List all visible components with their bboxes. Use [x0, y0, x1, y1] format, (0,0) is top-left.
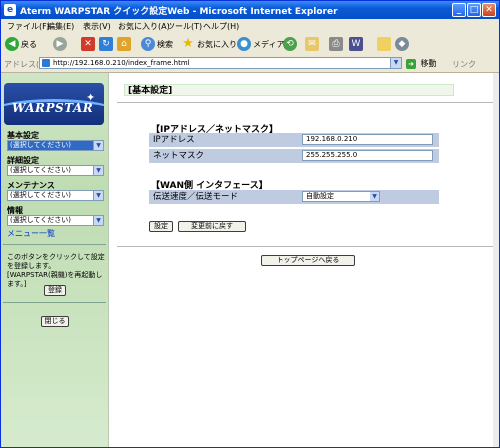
scrollbar[interactable] [493, 73, 499, 447]
menu-edit[interactable]: 編集(E) [47, 21, 74, 32]
stop-button[interactable]: ✕ [81, 36, 97, 52]
menu-favorites[interactable]: お気に入り(A) [118, 21, 170, 32]
media-button[interactable]: ● メディア [237, 36, 284, 52]
ie-icon: e [4, 4, 16, 16]
chevron-down-icon: ▼ [93, 166, 103, 175]
home-button[interactable]: ⌂ [117, 36, 133, 52]
history-button[interactable]: ⟲ [283, 36, 299, 52]
minimize-button[interactable]: _ [452, 3, 466, 17]
media-icon: ● [237, 37, 251, 51]
ip-address-row: IPアドレス 192.168.0.210 [149, 133, 439, 147]
netmask-label: ネットマスク [153, 151, 205, 161]
history-icon: ⟲ [283, 37, 297, 51]
edit-icon: W [349, 37, 363, 51]
refresh-icon: ↻ [99, 37, 113, 51]
home-icon: ⌂ [117, 37, 131, 51]
maximize-button[interactable]: □ [467, 3, 481, 17]
register-button[interactable]: 登録 [44, 285, 66, 296]
mail-button[interactable]: ✉ [305, 36, 321, 52]
chevron-down-icon[interactable]: ▼ [390, 58, 401, 68]
forward-arrow-icon: ▶ [53, 37, 67, 51]
back-arrow-icon: ◀ [5, 37, 19, 51]
top-page-button[interactable]: トップページへ戻る [261, 255, 355, 266]
speed-value: 自動設定 [306, 192, 334, 200]
back-label: 戻る [21, 39, 37, 49]
edit-button[interactable]: W [349, 36, 365, 52]
speed-select[interactable]: 自動設定 ▼ [302, 191, 380, 202]
logo-text: WARPSTAR [12, 101, 94, 115]
chevron-down-icon: ▼ [93, 191, 103, 200]
page-icon [42, 59, 50, 67]
menu-view[interactable]: 表示(V) [83, 21, 111, 32]
divider [117, 102, 493, 103]
speed-row: 伝送速度／伝送モード 自動設定 ▼ [149, 190, 439, 204]
netmask-row: ネットマスク 255.255.255.0 [149, 149, 439, 163]
speed-label: 伝送速度／伝送モード [153, 192, 239, 202]
address-url: http://192.168.0.210/index_frame.html [53, 59, 190, 67]
favorites-label: お気に入り [197, 39, 237, 49]
messenger-icon: ◆ [395, 37, 409, 51]
search-button[interactable]: ⚲ 検索 [141, 36, 173, 52]
close-window-button[interactable]: 閉じる [41, 316, 69, 327]
address-bar: アドレス(D) http://192.168.0.210/index_frame… [1, 55, 499, 73]
divider [3, 244, 106, 245]
category-info-value: (選択してください) [10, 216, 72, 224]
links-button[interactable]: リンク [452, 59, 476, 70]
stop-icon: ✕ [81, 37, 95, 51]
sidebar: WARPSTAR ✦ 基本設定 (選択してください) ▼ 詳細設定 (選択してくだ… [1, 73, 109, 447]
close-button[interactable]: ✕ [482, 3, 496, 17]
folder-icon [377, 37, 391, 51]
go-label: 移動 [420, 59, 437, 68]
chevron-down-icon: ▼ [93, 141, 103, 150]
divider [3, 302, 106, 303]
back-button[interactable]: ◀ 戻る [5, 36, 37, 52]
go-arrow-icon: ➜ [406, 59, 416, 69]
menu-bar: ファイル(F) 編集(E) 表示(V) お気に入り(A) ツール(T) ヘルプ(… [1, 19, 499, 34]
media-label: メディア [253, 39, 285, 49]
messenger-button[interactable]: ◆ [395, 36, 411, 52]
category-basic-select[interactable]: (選択してください) ▼ [7, 140, 104, 151]
title-bar: e Aterm WARPSTAR クイック設定Web - Microsoft I… [1, 1, 499, 19]
netmask-input[interactable]: 255.255.255.0 [302, 150, 433, 161]
category-maintenance-value: (選択してください) [10, 191, 72, 199]
search-label: 検索 [157, 39, 173, 49]
category-basic-value: (選択してください) [10, 141, 72, 149]
printer-icon: ⎙ [329, 37, 343, 51]
revert-button[interactable]: 変更前に戻す [178, 221, 246, 232]
refresh-button[interactable]: ↻ [99, 36, 115, 52]
menu-file[interactable]: ファイル(F) [7, 21, 50, 32]
register-note: このボタンをクリックして設定を登録します。[WARPSTAR(親機)を再起動しま… [7, 253, 105, 288]
window-title: Aterm WARPSTAR クイック設定Web - Microsoft Int… [20, 7, 338, 17]
toolbar: ◀ 戻る ▶ ✕ ↻ ⌂ ⚲ 検索 ★ お気に入り ● メディア ⟲ ✉ ⎙ W… [1, 33, 499, 56]
search-icon: ⚲ [141, 37, 155, 51]
star-icon: ✦ [86, 91, 96, 104]
address-input[interactable]: http://192.168.0.210/index_frame.html ▼ [39, 57, 402, 69]
chevron-down-icon: ▼ [370, 192, 379, 201]
chevron-down-icon: ▼ [93, 216, 103, 225]
menu-help[interactable]: ヘルプ(H) [203, 21, 239, 32]
mail-icon: ✉ [305, 37, 319, 51]
category-advanced-select[interactable]: (選択してください) ▼ [7, 165, 104, 176]
warpstar-logo: WARPSTAR ✦ [4, 83, 104, 125]
ip-address-input[interactable]: 192.168.0.210 [302, 134, 433, 145]
forward-button[interactable]: ▶ [53, 36, 69, 52]
favorites-button[interactable]: ★ お気に入り [181, 36, 237, 52]
category-info-select[interactable]: (選択してください) ▼ [7, 215, 104, 226]
page-title: [基本設定] [124, 84, 454, 96]
go-button[interactable]: ➜ 移動 [406, 58, 437, 69]
category-advanced-value: (選択してください) [10, 166, 72, 174]
divider [117, 246, 493, 247]
category-maintenance-select[interactable]: (選択してください) ▼ [7, 190, 104, 201]
ip-address-label: IPアドレス [153, 135, 195, 145]
menu-tools[interactable]: ツール(T) [167, 21, 202, 32]
set-button[interactable]: 設定 [149, 221, 173, 232]
print-button[interactable]: ⎙ [329, 36, 345, 52]
discuss-button[interactable] [377, 36, 393, 52]
star-icon: ★ [182, 36, 194, 51]
menu-list-link[interactable]: メニュー一覧 [7, 228, 55, 239]
main-content: [基本設定] 【IPアドレス／ネットマスク】 IPアドレス 192.168.0.… [109, 73, 493, 447]
browser-window: e Aterm WARPSTAR クイック設定Web - Microsoft I… [0, 0, 500, 448]
